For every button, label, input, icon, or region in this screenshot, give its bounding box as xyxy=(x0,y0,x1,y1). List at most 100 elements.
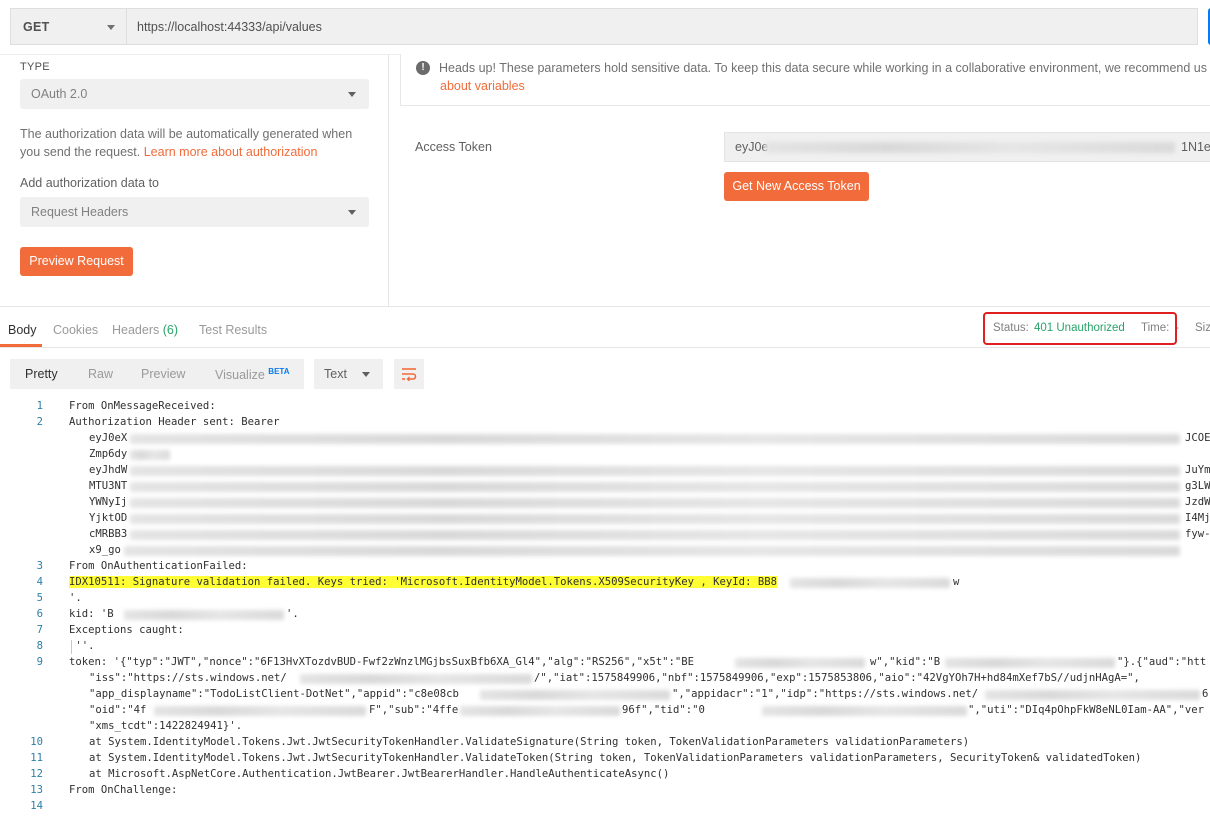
code-line: "oid":"4f xyxy=(89,704,147,716)
code-line: JzdW xyxy=(1185,496,1210,508)
view-pretty-button[interactable]: Pretty xyxy=(25,367,58,381)
redacted-key-id xyxy=(790,578,950,588)
line-number: 2 xyxy=(36,416,43,428)
visualize-label: Visualize xyxy=(215,368,265,383)
method-value: GET xyxy=(23,20,50,34)
redacted-token xyxy=(130,450,170,460)
preview-request-button[interactable]: Preview Request xyxy=(20,247,133,276)
highlighted-error-line: IDX10511: Signature validation failed. K… xyxy=(69,576,777,588)
code-line: 96f","tid":"0 xyxy=(622,704,705,716)
code-line: JuYm xyxy=(1185,464,1210,476)
notice-text: Heads up! These parameters hold sensitiv… xyxy=(439,61,1208,75)
view-raw-button[interactable]: Raw xyxy=(88,367,113,381)
learn-more-authorization-link[interactable]: Learn more about authorization xyxy=(144,145,318,159)
auth-info-text: The authorization data will be automatic… xyxy=(20,125,380,161)
code-line: "}.{"aud":"htt xyxy=(1117,656,1207,668)
access-token-value-start: eyJ0e xyxy=(735,140,769,154)
code-line: /","iat":1575849906,"nbf":1575849906,"ex… xyxy=(534,672,1140,684)
redacted-token xyxy=(130,434,1180,444)
status-highlight-annotation xyxy=(983,312,1177,345)
line-number: 3 xyxy=(36,560,43,572)
about-variables-link[interactable]: about variables xyxy=(440,79,525,93)
auth-type-select[interactable]: OAuth 2.0 xyxy=(20,79,369,109)
auth-type-value: OAuth 2.0 xyxy=(31,87,88,101)
alert-icon: ! xyxy=(416,61,430,75)
view-visualize-button[interactable]: Visualize BETA xyxy=(215,367,289,382)
get-new-access-token-button[interactable]: Get New Access Token xyxy=(724,172,869,201)
redacted-token xyxy=(130,498,1180,508)
format-select[interactable]: Text xyxy=(314,359,383,389)
code-line: MTU3NT xyxy=(89,480,128,492)
redacted-token xyxy=(130,466,1180,476)
chevron-down-icon xyxy=(348,92,356,97)
redacted-value xyxy=(300,674,532,684)
redacted-value xyxy=(460,706,620,716)
redacted-value xyxy=(945,658,1115,668)
view-mode-segmented-control: Pretty Raw Preview Visualize BETA xyxy=(10,359,304,389)
code-line: '. xyxy=(69,592,82,604)
headers-count-badge: (6) xyxy=(162,323,179,337)
wrap-lines-icon xyxy=(402,368,417,381)
add-auth-data-value: Request Headers xyxy=(31,205,129,219)
code-line: eyJhdW xyxy=(89,464,128,476)
tab-headers[interactable]: Headers (6) xyxy=(112,323,178,337)
code-line: YjktOD xyxy=(89,512,128,524)
code-line: "app_displayname":"TodoListClient-DotNet… xyxy=(89,688,459,700)
url-input[interactable]: https://localhost:44333/api/values xyxy=(126,8,1198,45)
line-number: 6 xyxy=(36,608,43,620)
format-value: Text xyxy=(324,367,347,381)
access-token-input[interactable]: eyJ0e 1N1e xyxy=(724,132,1210,162)
redacted-value xyxy=(735,658,865,668)
code-line: ","appidacr":"1","idp":"https://sts.wind… xyxy=(672,688,979,700)
add-auth-data-select[interactable]: Request Headers xyxy=(20,197,369,227)
auth-info-line-1: The authorization data will be automatic… xyxy=(20,127,353,141)
code-line: kid: 'B xyxy=(69,608,114,620)
line-number: 5 xyxy=(36,592,43,604)
chevron-down-icon xyxy=(362,372,370,377)
code-line: ","uti":"DIq4pOhpFkW8eNL0Iam-AA","ver xyxy=(968,704,1204,716)
tab-cookies[interactable]: Cookies xyxy=(53,323,98,337)
method-select[interactable]: GET xyxy=(10,8,127,45)
code-line: Authorization Header sent: Bearer xyxy=(69,416,280,428)
redacted-token xyxy=(130,530,1180,540)
code-line: w xyxy=(953,576,960,588)
redacted-token xyxy=(765,142,1175,153)
redacted-token xyxy=(130,482,1180,492)
auth-info-line-2: you send the request. xyxy=(20,145,141,159)
access-token-label: Access Token xyxy=(415,140,492,154)
code-line: '. xyxy=(286,608,299,620)
code-line: at Microsoft.AspNetCore.Authentication.J… xyxy=(89,768,670,780)
code-line: ''. xyxy=(69,640,95,652)
code-line: From OnMessageReceived: xyxy=(69,400,216,412)
auth-type-label: TYPE xyxy=(20,61,50,73)
line-number: 13 xyxy=(30,784,43,796)
size-label: Siz xyxy=(1195,322,1210,334)
tab-body[interactable]: Body xyxy=(8,323,37,337)
chevron-down-icon xyxy=(348,210,356,215)
code-line: "xms_tcdt":1422824941}'. xyxy=(89,720,243,732)
url-value: https://localhost:44333/api/values xyxy=(137,20,322,34)
code-line: F","sub":"4ffe xyxy=(369,704,459,716)
redacted-value xyxy=(154,706,366,716)
redacted-value xyxy=(985,690,1200,700)
add-auth-data-label: Add authorization data to xyxy=(20,176,159,190)
code-line: token: '{"typ":"JWT","nonce":"6F13HvXToz… xyxy=(69,656,695,668)
code-line: Zmp6dy xyxy=(89,448,128,460)
code-line: 6 xyxy=(1202,688,1209,700)
wrap-lines-button[interactable] xyxy=(394,359,424,389)
view-preview-button[interactable]: Preview xyxy=(141,367,185,381)
redacted-value xyxy=(762,706,967,716)
active-tab-indicator xyxy=(0,344,42,347)
code-line: x9_go xyxy=(89,544,121,556)
redacted-value xyxy=(480,690,670,700)
code-line: at System.IdentityModel.Tokens.Jwt.JwtSe… xyxy=(89,752,1142,764)
code-line: JCOE xyxy=(1185,432,1210,444)
code-line: YWNyIj xyxy=(89,496,128,508)
code-line: cMRBB3 xyxy=(89,528,128,540)
code-line: "iss":"https://sts.windows.net/ xyxy=(89,672,287,684)
line-number: 8 xyxy=(36,640,43,652)
line-number: 1 xyxy=(36,400,43,412)
tab-test-results[interactable]: Test Results xyxy=(199,323,267,337)
code-line: I4Mj xyxy=(1185,512,1210,524)
code-line: Exceptions caught: xyxy=(69,624,184,636)
